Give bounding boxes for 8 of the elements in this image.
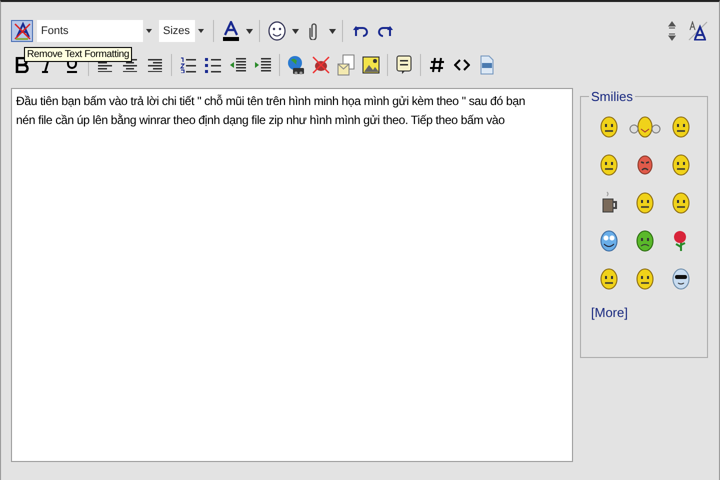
tooltip: Remove Text Formatting (24, 47, 132, 62)
size-select[interactable]: Sizes (159, 20, 207, 42)
text-editor[interactable]: Đầu tiên bạn bấm vào trả lời chi tiết " chỗ mũi tên trên hình minh họa mình gửi kèm theo " sau đó bạn nén file cần úp lên bằng winrar theo định dạng file zip như hình mình gửi theo. Tiếp theo bấm vào (11, 88, 573, 462)
panel-title: Smilies (589, 89, 635, 104)
editor-text: Đầu tiên bạn bấm vào trả lời chi tiết " chỗ mũi tên trên hình minh họa mình gửi kèm theo " sau đó bạn (16, 93, 526, 110)
more-link[interactable]: [More] (591, 305, 628, 320)
font-select[interactable]: Fonts (37, 20, 155, 42)
editor-text: nén file cần úp lên bằng winrar theo định dạng file zip như hình mình gửi theo. Tiếp theo bấm vào (16, 112, 506, 129)
